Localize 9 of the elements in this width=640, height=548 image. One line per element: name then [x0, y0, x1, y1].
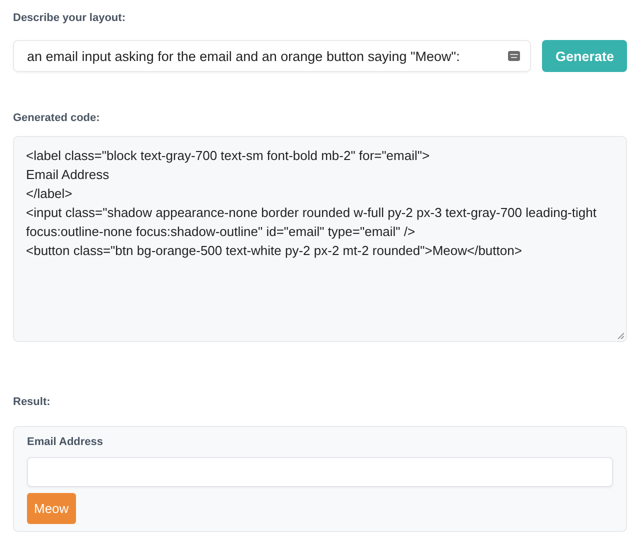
- resize-handle-icon[interactable]: [617, 332, 624, 339]
- email-input-field[interactable]: [27, 457, 613, 487]
- section-label: Generated code:: [13, 112, 101, 126]
- section-label: Describe your layout:: [13, 12, 126, 26]
- layout-input-field[interactable]: an email input asking for the email and an orange button saying "Meow":: [13, 40, 532, 72]
- keyboard-icon[interactable]: [508, 51, 520, 61]
- section-label: Result:: [13, 396, 52, 410]
- code-textarea[interactable]: <label class="block text-gray-700 text-sm font-bold mb-2" for="email"> Email Address </label> <input class="shadow appearance-none border rounded w-full py-2 px-3 text-gray-700 leading-tight focus:outline-none focus:shadow-outline" id="email" type="email" /> <button class="btn bg-orange-500 text-white py-2 px-2 mt-2 rounded">Meow</button>: [13, 136, 627, 342]
- field-label: Email Address: [27, 436, 104, 448]
